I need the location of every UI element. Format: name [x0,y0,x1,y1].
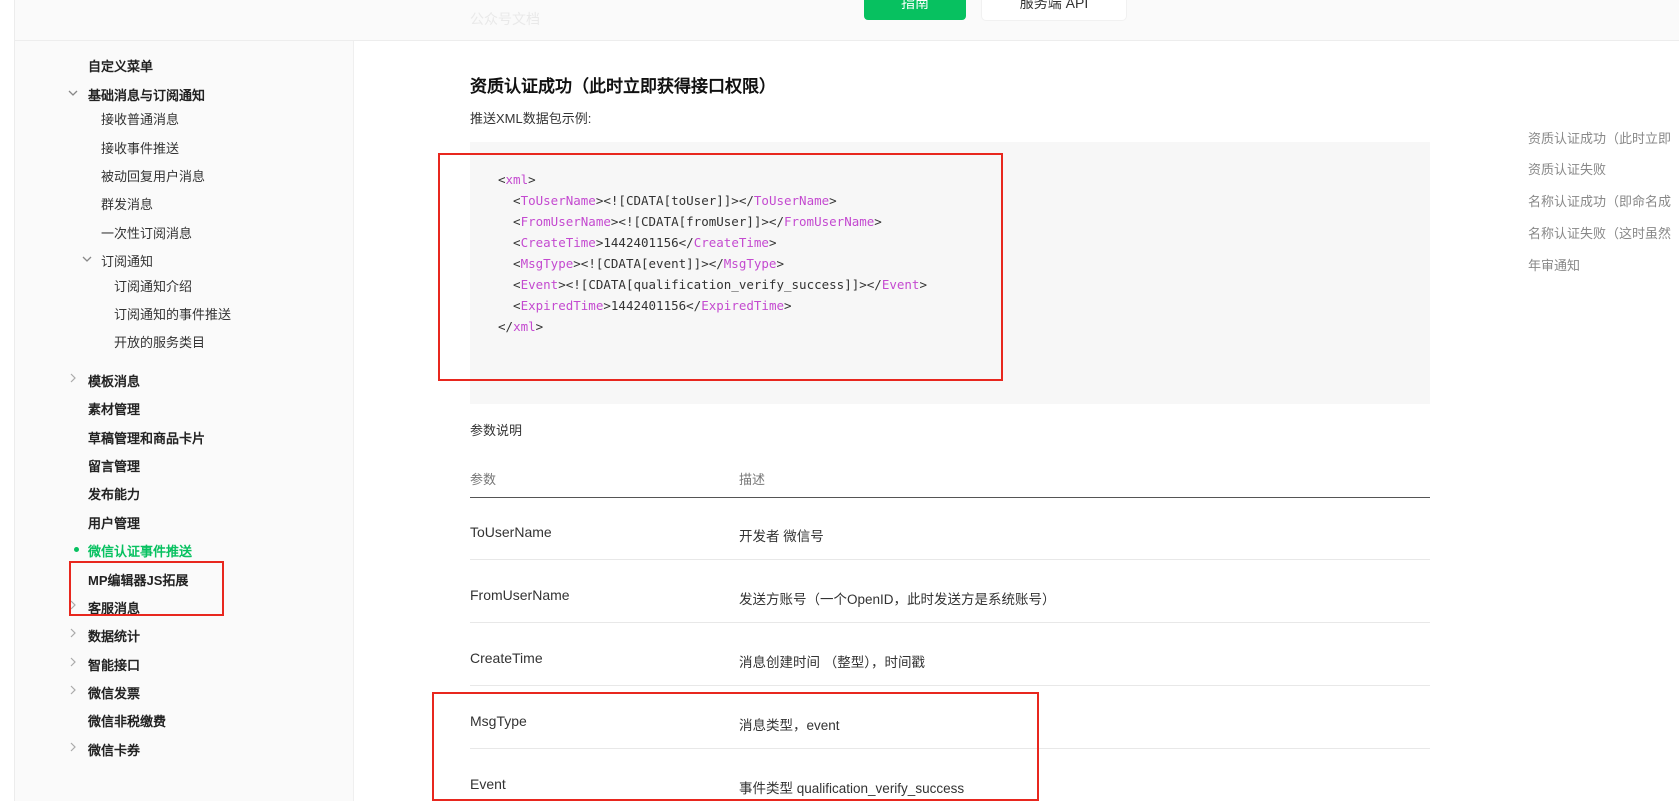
table-cell-desc: 发送方账号（一个OpenID，此时发送方是系统账号） [739,592,1056,607]
chevron-right-icon[interactable] [67,656,79,668]
xml-code-block: <xml> <ToUserName><![CDATA[toUser]]></To… [470,142,1430,404]
code-line: <ToUserName><![CDATA[toUser]]></ToUserNa… [498,193,837,208]
toc-item[interactable]: 名称认证失败（这时虽然 [1528,223,1671,242]
top-header: 公众号文档 指南 服务端 API [15,0,1679,41]
table-row-divider [470,685,1430,686]
sidebar-item-custom-menu[interactable]: 自定义菜单 [88,56,153,75]
server-api-button[interactable]: 服务端 API [982,0,1126,20]
table-header-divider [470,497,1430,498]
table-cell-param: ToUserName [470,524,552,540]
code-line: <FromUserName><![CDATA[fromUser]]></From… [498,214,882,229]
sidebar-item-subscribe-notice[interactable]: 订阅通知 [101,251,153,270]
table-cell-param: Event [470,776,506,792]
code-line: <CreateTime>1442401156</CreateTime> [498,235,777,250]
section-title: 资质认证成功（此时立即获得接口权限） [470,77,776,96]
code-line: <ExpiredTime>1442401156</ExpiredTime> [498,298,792,313]
sidebar-item-service-categories[interactable]: 开放的服务类目 [114,332,205,351]
table-cell-desc: 开发者 微信号 [739,529,824,544]
sidebar-item-smart-api[interactable]: 智能接口 [88,655,140,674]
main-content: 资质认证成功（此时立即获得接口权限） 推送XML数据包示例: <xml> <To… [355,41,1505,801]
sidebar-item-user-management[interactable]: 用户管理 [88,513,140,532]
sidebar-nav: 自定义菜单 基础消息与订阅通知 接收普通消息 接收事件推送 被动回复用户消息 群… [15,41,354,801]
table-cell-desc: 消息类型，event [739,718,840,733]
sidebar-item-one-time-subscribe[interactable]: 一次性订阅消息 [101,223,192,242]
sidebar-item-invoice[interactable]: 微信发票 [88,683,140,702]
sidebar-item-non-tax-payment[interactable]: 微信非税缴费 [88,711,166,730]
sidebar-item-mp-editor-js[interactable]: MP编辑器JS拓展 [88,570,188,589]
sidebar-item-publish[interactable]: 发布能力 [88,484,140,503]
sidebar-item-passive-reply[interactable]: 被动回复用户消息 [101,166,205,185]
sidebar-item-receive-event[interactable]: 接收事件推送 [101,138,179,157]
sidebar-item-subscribe-events[interactable]: 订阅通知的事件推送 [114,304,231,323]
toc-item[interactable]: 名称认证成功（即命名成 [1528,191,1671,210]
table-header-param: 参数 [470,472,497,487]
sidebar-item-mass-send[interactable]: 群发消息 [101,194,153,213]
sidebar-item-basic-messages[interactable]: 基础消息与订阅通知 [88,85,205,104]
table-header-desc: 描述 [739,472,766,487]
code-line: <Event><![CDATA[qualification_verify_suc… [498,277,927,292]
sidebar-item-wechat-verify-events[interactable]: 微信认证事件推送 [88,541,192,560]
chevron-down-icon[interactable] [67,87,79,99]
sidebar-item-cards[interactable]: 微信卡券 [88,740,140,759]
sidebar-item-customer-service[interactable]: 客服消息 [88,598,140,617]
table-cell-param: MsgType [470,713,527,729]
xml-example-label: 推送XML数据包示例: [470,111,592,126]
chevron-down-icon[interactable] [81,253,93,265]
sidebar-item-template-messages[interactable]: 模板消息 [88,371,140,390]
sidebar-item-receive-normal[interactable]: 接收普通消息 [101,109,179,128]
table-cell-param: CreateTime [470,650,543,666]
toc-item[interactable]: 资质认证成功（此时立即 [1528,128,1671,147]
table-row-divider [470,559,1430,560]
code-line: <xml> [498,172,536,187]
table-cell-desc: 消息创建时间 （整型），时间戳 [739,655,926,670]
sidebar-item-statistics[interactable]: 数据统计 [88,626,140,645]
sidebar-item-comments[interactable]: 留言管理 [88,456,140,475]
window-left-edge [0,0,15,801]
table-cell-desc: 事件类型 qualification_verify_success [739,781,965,796]
sidebar-item-drafts[interactable]: 草稿管理和商品卡片 [88,428,205,447]
chevron-right-icon[interactable] [67,684,79,696]
chevron-right-icon[interactable] [67,599,79,611]
chevron-right-icon[interactable] [67,372,79,384]
toc-item[interactable]: 资质认证失败 [1528,159,1606,178]
chevron-right-icon[interactable] [67,627,79,639]
sidebar-item-material[interactable]: 素材管理 [88,399,140,418]
active-dot-icon [74,547,79,552]
code-line: </xml> [498,319,544,334]
sidebar-item-subscribe-intro[interactable]: 订阅通知介绍 [114,276,192,295]
table-row-divider [470,748,1430,749]
guide-button[interactable]: 指南 [864,0,966,20]
table-cell-param: FromUserName [470,587,570,603]
code-line: <MsgType><![CDATA[event]]></MsgType> [498,256,784,271]
params-heading: 参数说明 [470,423,523,438]
toc-item[interactable]: 年审通知 [1528,255,1580,274]
breadcrumb: 公众号文档 [470,11,540,27]
table-row-divider [470,622,1430,623]
chevron-right-icon[interactable] [67,741,79,753]
